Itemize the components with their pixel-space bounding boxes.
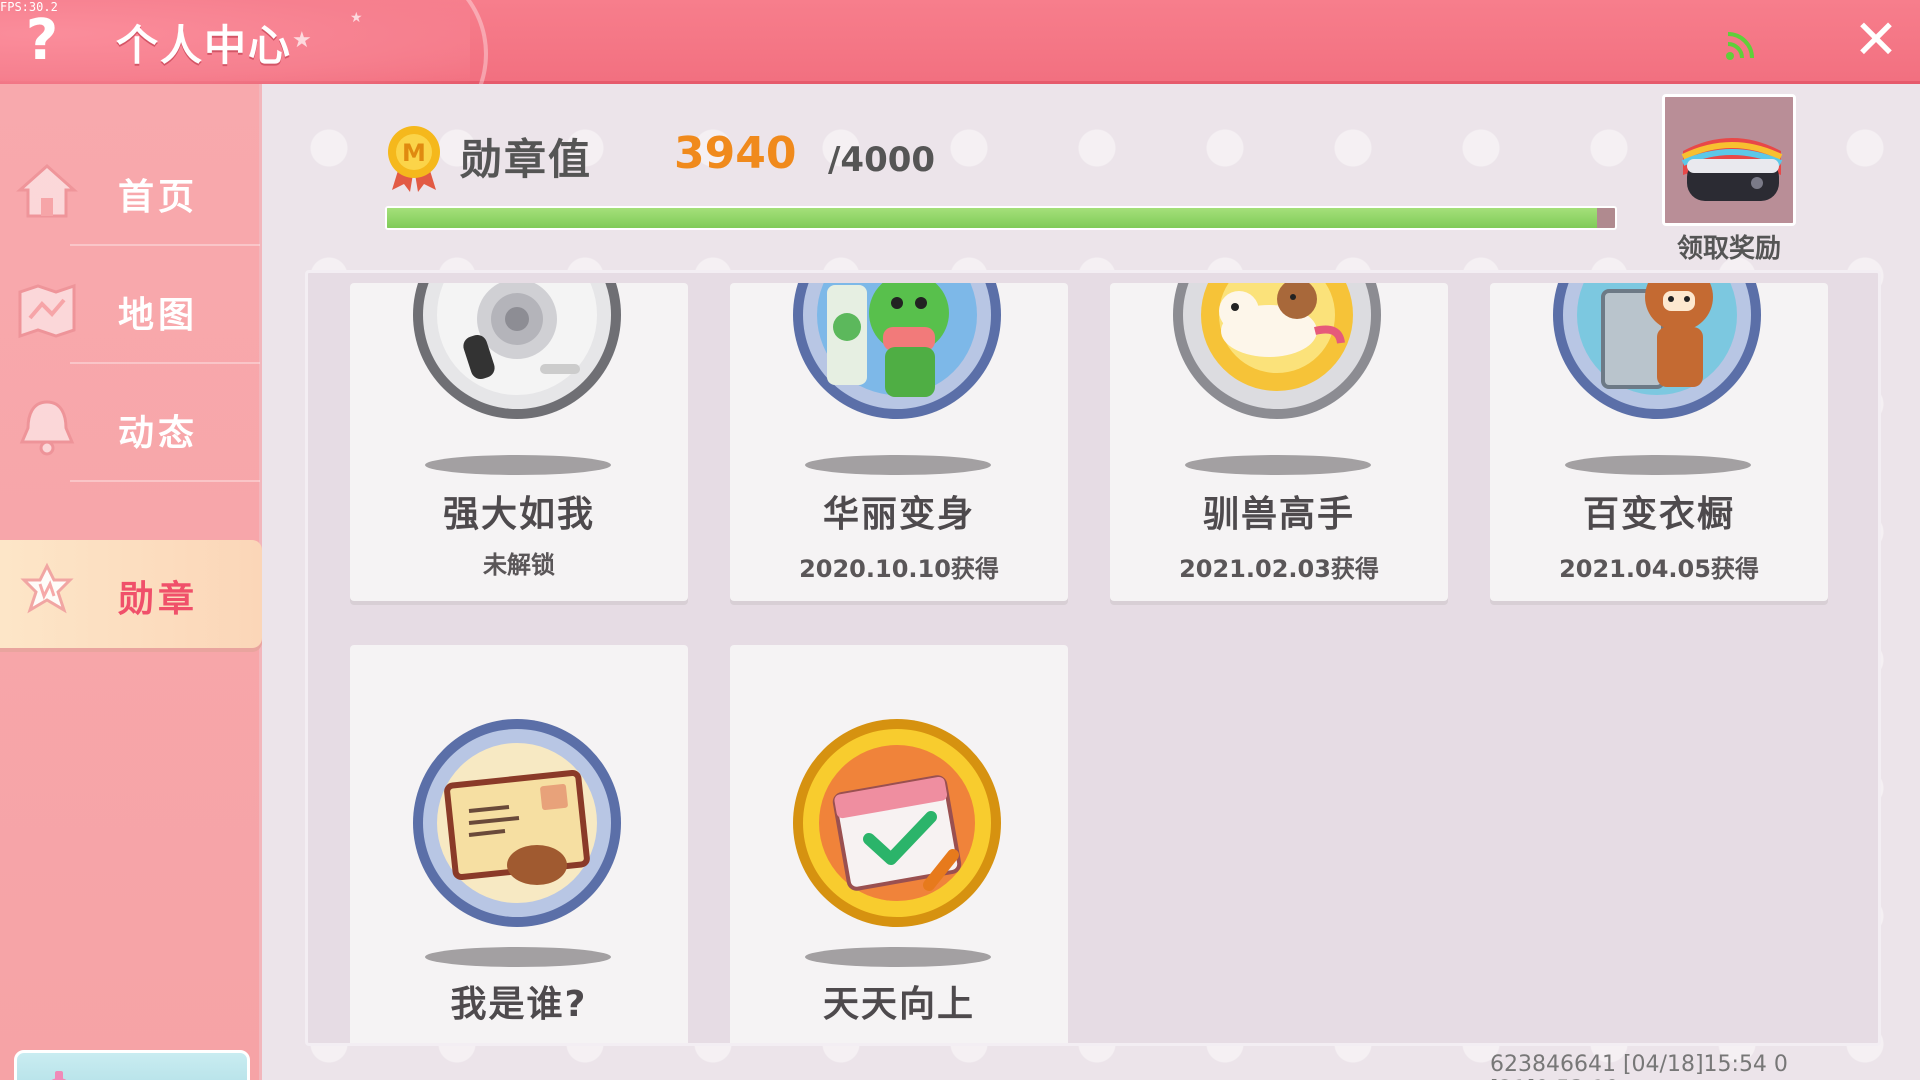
divider xyxy=(70,480,260,482)
sidebar: 首页 地图 动态 勋章 xyxy=(0,84,262,1080)
medal-card[interactable]: 百变衣橱 2021.04.05获得 xyxy=(1490,283,1828,601)
page-title: 个人中心 xyxy=(116,21,293,70)
medal-name: 强大如我 xyxy=(442,494,595,535)
calendar-medal-icon xyxy=(793,719,1001,927)
medal-name: 我是谁? xyxy=(450,984,588,1025)
sidebar-item-label: 地图 xyxy=(118,295,199,336)
signal-icon xyxy=(1726,32,1754,60)
claim-reward-label[interactable]: 领取奖励 xyxy=(1656,228,1802,265)
medal-status: 未解锁 xyxy=(483,551,555,579)
medal-shadow xyxy=(1185,455,1371,475)
medal-status: 2021.02.03获得 xyxy=(1179,555,1379,583)
star-icon: ★ xyxy=(292,28,312,53)
divider xyxy=(70,362,260,364)
dino-costume-medal-icon xyxy=(793,283,1001,419)
medal-card[interactable]: 我是谁? xyxy=(350,645,688,1043)
medal-status: 2021.04.05获得 xyxy=(1559,555,1759,583)
sidebar-item-label: 勋章 xyxy=(118,579,199,620)
strong-medal-icon xyxy=(413,283,621,419)
top-bar: ★ ★ FPS:30.2 ? 个人中心 ✕ xyxy=(0,0,1920,148)
map-icon xyxy=(18,283,76,339)
medal-name: 百变衣橱 xyxy=(1582,494,1735,535)
medal-value-max: /4000 xyxy=(828,140,936,180)
medal-name: 驯兽高手 xyxy=(1202,494,1355,535)
gear-icon xyxy=(51,1071,67,1080)
settings-button[interactable]: 设置 xyxy=(14,1050,250,1080)
sidebar-item-medals[interactable]: 勋章 xyxy=(0,540,262,648)
medal-value-current: 3940 xyxy=(674,128,797,179)
medal-value-label: 勋章值 xyxy=(460,135,593,184)
medal-shadow xyxy=(805,455,991,475)
medal-card[interactable]: 天天向上 xyxy=(730,645,1068,1043)
sidebar-item-label: 首页 xyxy=(118,177,199,218)
medal-shadow xyxy=(425,947,611,967)
settings-label: 设置 xyxy=(121,1071,201,1080)
medal-card[interactable]: 华丽变身 2020.10.10获得 xyxy=(730,283,1068,601)
medal-name: 天天向上 xyxy=(822,984,975,1025)
star-icon: ★ xyxy=(350,10,363,26)
medal-shadow xyxy=(425,455,611,475)
sidebar-item-home[interactable]: 首页 xyxy=(0,138,262,246)
close-button[interactable]: ✕ xyxy=(1848,12,1904,68)
medal-shadow xyxy=(805,947,991,967)
medal-icon xyxy=(20,562,74,614)
animal-tamer-medal-icon xyxy=(1173,283,1381,419)
svg-text:M: M xyxy=(402,139,426,167)
reward-chest[interactable] xyxy=(1662,94,1796,226)
medal-name: 华丽变身 xyxy=(822,494,975,535)
help-button[interactable]: ? xyxy=(18,6,66,76)
medal-grid-panel: 强大如我 未解锁 华丽变身 2020.10.10获得 驯兽高手 2021.02.… xyxy=(305,270,1881,1046)
sidebar-item-feed[interactable]: 动态 xyxy=(0,374,262,482)
bell-icon xyxy=(19,400,75,456)
divider xyxy=(70,244,260,246)
sidebar-item-map[interactable]: 地图 xyxy=(0,256,262,364)
medal-card[interactable]: 驯兽高手 2021.02.03获得 xyxy=(1110,283,1448,601)
debug-info: 623846641 [04/18]15:54 0 [21]0.53.10 xyxy=(1490,1052,1788,1080)
medal-card[interactable]: 强大如我 未解锁 xyxy=(350,283,688,601)
progress-fill xyxy=(387,208,1597,228)
medal-status: 2020.10.10获得 xyxy=(799,555,999,583)
sidebar-item-label: 动态 xyxy=(118,413,199,454)
medal-progress-bar xyxy=(385,206,1617,230)
medal-icon: M xyxy=(388,126,440,192)
reward-goggles-icon xyxy=(1665,97,1793,223)
wardrobe-medal-icon xyxy=(1553,283,1761,419)
medal-shadow xyxy=(1565,455,1751,475)
letter-medal-icon xyxy=(413,719,621,927)
house-icon xyxy=(16,163,78,218)
